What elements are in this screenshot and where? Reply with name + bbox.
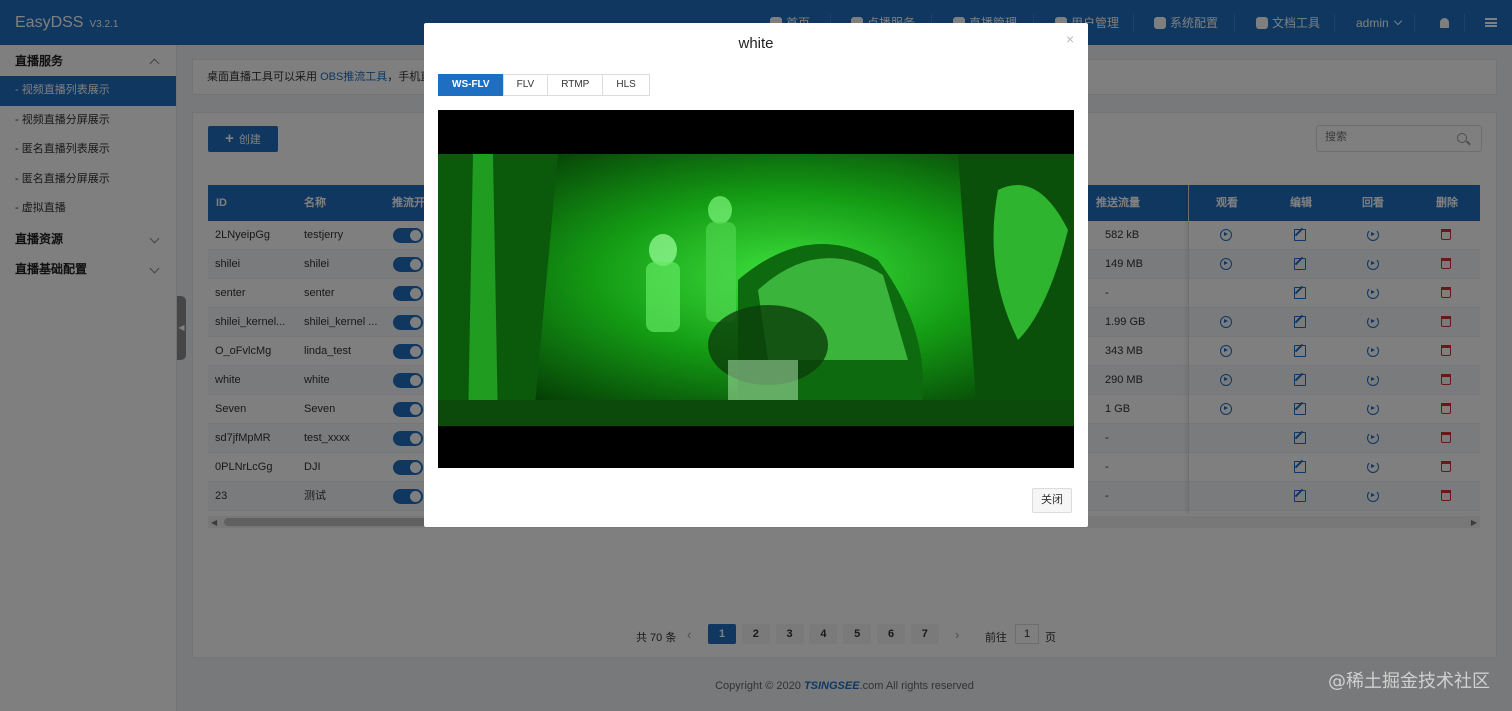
tab-hls[interactable]: HLS (602, 74, 650, 96)
video-player[interactable] (438, 110, 1074, 468)
night-vision-video-frame (438, 110, 1074, 468)
tab-flv[interactable]: FLV (502, 74, 549, 96)
close-icon[interactable]: × (1066, 31, 1074, 47)
protocol-tabs: WS-FLV FLV RTMP HLS (438, 74, 650, 96)
watermark-text: @稀土掘金技术社区 (1328, 671, 1490, 692)
close-modal-button[interactable]: 关闭 (1032, 488, 1072, 513)
tab-ws-flv[interactable]: WS-FLV (438, 74, 504, 96)
player-modal: white × WS-FLV FLV RTMP HLS 关闭 (424, 23, 1088, 527)
app-root: EasyDSSV3.2.1 首页 点播服务 直播管理 用户管理 系统配置 文档工… (0, 0, 1512, 711)
modal-title: white (738, 35, 774, 52)
tab-rtmp[interactable]: RTMP (547, 74, 604, 96)
